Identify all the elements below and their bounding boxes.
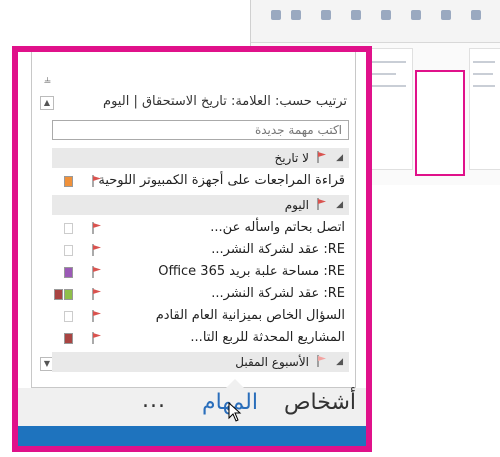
- task-row[interactable]: المشاريع المحدثة للربع التا...: [52, 327, 349, 349]
- task-row[interactable]: قراءة المراجعات على أجهزة الكمبيوتر اللو…: [52, 170, 349, 192]
- nav-more[interactable]: ...: [142, 388, 166, 413]
- task-subject: قراءة المراجعات على أجهزة الكمبيوتر اللو…: [98, 173, 345, 188]
- flag-icon[interactable]: [92, 244, 102, 256]
- task-subject: المشاريع المحدثة للربع التا...: [190, 330, 345, 345]
- collapse-triangle-icon[interactable]: ◢: [336, 148, 343, 168]
- task-subject: RE: عقد لشركة النشر...: [211, 242, 345, 257]
- task-subject: RE: عقد لشركة النشر...: [211, 286, 345, 301]
- category-color-square: [64, 267, 73, 278]
- flag-icon[interactable]: [92, 222, 102, 234]
- flag-icon[interactable]: [92, 332, 102, 344]
- category-color-square: [64, 289, 73, 300]
- category-color-square: [64, 333, 73, 344]
- task-group-label: الأسبوع المقبل: [235, 355, 309, 369]
- task-group-header[interactable]: ◢ اليوم: [52, 195, 349, 215]
- navigation-bar: أشخاص المهام ...: [18, 379, 366, 426]
- category-color-square: [64, 223, 73, 234]
- new-task-input[interactable]: [52, 120, 349, 140]
- task-group-header[interactable]: ◢ لا تاريخ: [52, 148, 349, 168]
- peek-pointer-notch: [226, 379, 244, 388]
- flag-icon[interactable]: [92, 266, 102, 278]
- task-subject: اتصل بحاتم واسأله عن...: [210, 220, 345, 235]
- tasks-peek-panel: ⫨ ▲ ▼ ترتيب حسب: العلامة: تاريخ الاستحقا…: [31, 52, 356, 388]
- flag-icon: [317, 151, 326, 163]
- task-row[interactable]: اتصل بحاتم واسأله عن...: [52, 217, 349, 239]
- task-row[interactable]: السؤال الخاص بميزانية العام القادم: [52, 305, 349, 327]
- category-color-square: [64, 176, 73, 187]
- flag-icon[interactable]: [92, 175, 102, 187]
- category-color-square: [64, 311, 73, 322]
- status-bar: [18, 426, 366, 446]
- thumbnail-highlight: [415, 70, 465, 176]
- flag-icon[interactable]: [92, 288, 102, 300]
- task-group-label: لا تاريخ: [274, 151, 309, 165]
- flag-icon[interactable]: [92, 310, 102, 322]
- task-row[interactable]: RE: عقد لشركة النشر...: [52, 283, 349, 305]
- task-group-label: اليوم: [284, 198, 309, 212]
- pin-icon[interactable]: ⫨: [44, 72, 51, 87]
- collapse-triangle-icon[interactable]: ◢: [336, 352, 343, 372]
- task-subject: RE: مساحة علبة بريد Office 365: [158, 264, 345, 279]
- category-color-square: [64, 245, 73, 256]
- task-row[interactable]: RE: مساحة علبة بريد Office 365: [52, 261, 349, 283]
- sort-header[interactable]: ترتيب حسب: العلامة: تاريخ الاستحقاق | ال…: [103, 94, 347, 109]
- flag-icon: [317, 198, 326, 210]
- task-group-header[interactable]: ◢ الأسبوع المقبل: [52, 352, 349, 372]
- scroll-up-arrow[interactable]: ▲: [40, 96, 54, 110]
- category-color-square: [54, 289, 63, 300]
- collapse-triangle-icon[interactable]: ◢: [336, 195, 343, 215]
- task-row[interactable]: RE: عقد لشركة النشر...: [52, 239, 349, 261]
- folder-pane-thumbnail: [469, 48, 500, 170]
- mouse-cursor-icon: [228, 402, 242, 422]
- tasks-peek-highlight-frame: ⫨ ▲ ▼ ترتيب حسب: العلامة: تاريخ الاستحقا…: [12, 46, 372, 452]
- task-subject: السؤال الخاص بميزانية العام القادم: [155, 308, 345, 323]
- nav-people[interactable]: أشخاص: [284, 390, 356, 415]
- flag-icon: [317, 355, 326, 367]
- ribbon-thumbnail: [251, 0, 500, 43]
